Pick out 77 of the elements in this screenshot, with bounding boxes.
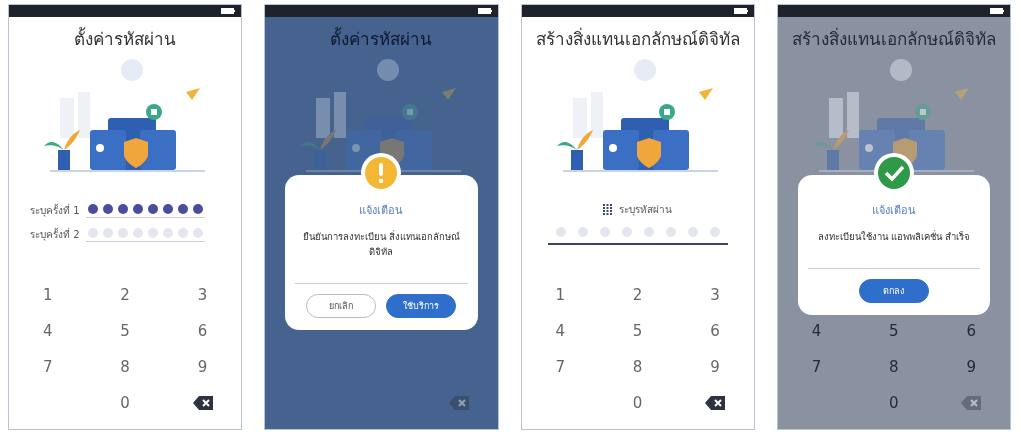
pin-dot	[709, 227, 720, 237]
pin-dot	[147, 228, 158, 238]
pin-dot	[192, 204, 203, 214]
dialog-message: ลงทะเบียนใช้งาน แอพพลิเคชั่น สำเร็จ	[807, 229, 980, 270]
pin-dot	[87, 204, 98, 214]
dialog-button[interactable]: ตกลง	[858, 279, 929, 304]
pin-dot	[162, 204, 173, 214]
pin-field[interactable]: ระบุครั้งที่ 2	[30, 226, 221, 242]
screen-title: ตั้งค่ารหัสผ่าน	[330, 26, 433, 51]
screen-title: สร้างสิ่งแทนเอกลักษณ์ดิจิทัล	[535, 26, 740, 51]
field-label: ระบุครั้งที่ 1	[30, 202, 80, 218]
pin-dot	[599, 227, 610, 237]
backspace-icon	[192, 396, 213, 410]
dialog-message: ยืนยันการลงทะเบียน สิ่งแทนเอกลักษณ์ดิจิทัล	[295, 229, 468, 285]
digit-key[interactable]: 5	[95, 313, 156, 349]
field-label: ระบุครั้งที่ 2	[30, 226, 80, 242]
digit-key[interactable]: 3	[172, 277, 233, 313]
battery-icon	[221, 8, 236, 14]
pin-dot	[177, 204, 188, 214]
digit-key[interactable]: 3	[685, 277, 745, 313]
digit-key[interactable]: 7	[17, 349, 78, 385]
pin-dot	[87, 228, 98, 238]
digit-key[interactable]: 5	[607, 313, 668, 349]
pin-dot	[555, 227, 566, 237]
battery-icon	[477, 8, 492, 14]
pin-dot	[117, 228, 128, 238]
pin-dot	[132, 228, 143, 238]
digit-key[interactable]: 9	[685, 349, 745, 385]
digit-key[interactable]: 8	[863, 349, 924, 385]
screen-title: ตั้งค่ารหัสผ่าน	[74, 26, 177, 51]
backspace-icon	[705, 396, 725, 410]
digit-key[interactable]: 2	[95, 277, 156, 313]
pin-field[interactable]: ระบุครั้งที่ 1	[30, 202, 221, 218]
pin-dot	[177, 228, 188, 238]
pin-dot	[665, 227, 676, 237]
pin-dot	[687, 227, 698, 237]
screen-title: สร้างสิ่งแทนเอกลักษณ์ดิจิทัล	[791, 26, 996, 51]
dialog-title: แจ้งเตือน	[871, 203, 916, 219]
pin-dot	[643, 227, 654, 237]
digit-key[interactable]: 1	[530, 277, 591, 313]
keypad-icon	[603, 203, 614, 216]
pin-dot	[132, 204, 143, 214]
digit-key[interactable]: 0	[607, 385, 668, 421]
digit-key[interactable]: 8	[95, 349, 156, 385]
digit-key[interactable]: 7	[786, 349, 847, 385]
digit-key[interactable]: 4	[17, 313, 78, 349]
pin-dot	[621, 227, 632, 237]
digit-key[interactable]: 9	[172, 349, 233, 385]
digit-key[interactable]: 2	[607, 277, 668, 313]
pin-dot	[102, 204, 113, 214]
digit-key[interactable]: 6	[941, 313, 1002, 349]
pin-field[interactable]: ระบุรหัสผ่าน	[542, 202, 733, 245]
field-label: ระบุรหัสผ่าน	[619, 203, 673, 217]
digit-key[interactable]: 6	[685, 313, 745, 349]
digit-key[interactable]: 4	[786, 313, 847, 349]
digit-key[interactable]: 5	[863, 313, 924, 349]
dialog-button[interactable]: ใช้บริการ	[386, 294, 457, 319]
digit-key[interactable]: 4	[530, 313, 591, 349]
digit-key[interactable]: 7	[530, 349, 591, 385]
pin-dot	[102, 228, 113, 238]
dialog-title: แจ้งเตือน	[359, 203, 404, 219]
digit-key[interactable]: 8	[607, 349, 668, 385]
pin-dot	[117, 204, 128, 214]
battery-icon	[733, 8, 748, 14]
digit-key[interactable]: 1	[17, 277, 78, 313]
digit-key[interactable]: 0	[863, 385, 924, 421]
digit-key[interactable]: 0	[95, 385, 156, 421]
pin-dot	[162, 228, 173, 238]
dialog-button[interactable]: ยกเลิก	[306, 294, 377, 319]
battery-icon	[990, 8, 1004, 14]
pin-dot	[147, 204, 158, 214]
digit-key[interactable]: 6	[172, 313, 233, 349]
digit-key[interactable]: 9	[941, 349, 1002, 385]
pin-dot	[577, 227, 588, 237]
pin-dot	[192, 228, 203, 238]
backspace-icon	[448, 396, 469, 410]
backspace-icon	[961, 396, 982, 410]
